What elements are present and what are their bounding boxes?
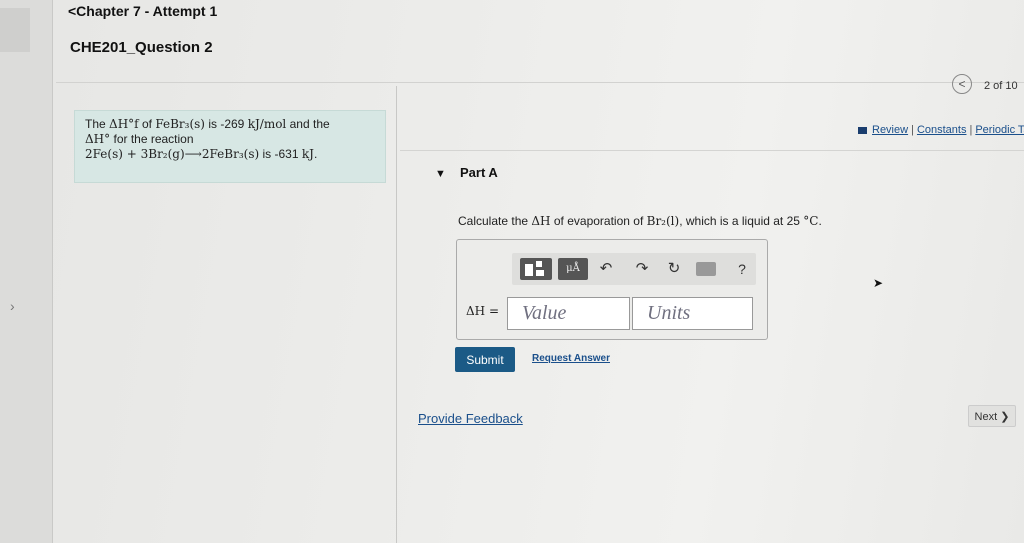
periodic-table-link[interactable]: Periodic Tab	[975, 124, 1024, 136]
divider	[400, 150, 1024, 151]
chevron-left-icon[interactable]: <	[952, 74, 972, 94]
review-link[interactable]: Review	[872, 124, 908, 136]
delta-h-label: ΔH =	[466, 304, 499, 318]
enthalpy-symbol: ΔH°	[85, 132, 111, 146]
species-formula: Br₂(l)	[646, 214, 680, 228]
prompt-text: , which is a liquid at 25	[679, 214, 800, 228]
undo-icon[interactable]: ↶	[596, 258, 616, 280]
info-value: is -269	[208, 117, 245, 131]
question-counter: 2 of 10	[984, 80, 1018, 92]
help-icon[interactable]: ?	[732, 258, 752, 280]
question-prompt: Calculate the ΔH of evaporation of Br₂(l…	[458, 214, 822, 228]
info-line-2: ΔH° for the reaction	[85, 132, 375, 147]
column-divider	[396, 86, 397, 543]
reaction-equation: 2Fe(s) + 3Br₂(g)⟶2FeBr₃(s)	[85, 147, 260, 161]
provide-feedback-link[interactable]: Provide Feedback	[418, 411, 523, 426]
reset-icon[interactable]: ↻	[664, 258, 684, 280]
keyboard-icon[interactable]	[696, 262, 716, 276]
collapse-triangle-icon[interactable]: ▼	[435, 168, 446, 180]
unit: kJ	[301, 147, 314, 161]
mouse-cursor-icon: ➤	[873, 276, 884, 290]
separator: |	[911, 124, 914, 136]
prompt-text: of evaporation of	[553, 214, 644, 228]
info-text: .	[313, 147, 318, 161]
request-answer-link[interactable]: Request Answer	[532, 353, 610, 364]
submit-button[interactable]: Submit	[455, 347, 515, 372]
info-value: is -631	[262, 147, 299, 161]
redo-icon[interactable]: ↷	[632, 258, 652, 280]
divider	[56, 82, 1024, 83]
unit: kJ/mol	[247, 117, 287, 131]
units-button[interactable]: μÅ	[558, 258, 588, 280]
list-icon	[858, 126, 867, 134]
units-input[interactable]	[632, 297, 753, 330]
separator: |	[969, 124, 973, 136]
enthalpy-formation-symbol: ΔH°f	[109, 117, 139, 131]
value-input[interactable]	[507, 297, 630, 330]
resource-links: Review|Constants|Periodic Tab	[858, 124, 1024, 136]
question-title: CHE201_Question 2	[70, 39, 213, 56]
prompt-text: .	[818, 214, 822, 228]
enthalpy-symbol: ΔH	[531, 214, 551, 228]
chapter-link[interactable]: <Chapter 7 - Attempt 1	[68, 3, 217, 19]
info-text: for the reaction	[113, 132, 194, 146]
math-toolbar: μÅ ↶ ↷ ↻ ?	[512, 253, 756, 285]
prompt-text: Calculate the	[458, 214, 529, 228]
part-a-title[interactable]: Part A	[460, 165, 498, 180]
info-line-1: The ΔH°f of FeBr₃(s) is -269 kJ/mol and …	[85, 117, 375, 132]
info-text: The	[85, 117, 106, 131]
info-text: of	[141, 117, 152, 131]
info-line-3: 2Fe(s) + 3Br₂(g)⟶2FeBr₃(s) is -631 kJ.	[85, 147, 375, 162]
problem-info-box: The ΔH°f of FeBr₃(s) is -269 kJ/mol and …	[74, 110, 386, 183]
next-button[interactable]: Next ❯	[968, 405, 1016, 427]
chevron-right-icon[interactable]: ›	[10, 298, 15, 314]
left-rail: ›	[0, 0, 53, 543]
compound-formula: FeBr₃(s)	[155, 117, 205, 131]
temperature-unit: °C	[803, 214, 819, 228]
rail-block	[0, 8, 30, 52]
templates-icon[interactable]	[520, 258, 552, 280]
info-text: and the	[289, 117, 330, 131]
constants-link[interactable]: Constants	[917, 124, 967, 136]
